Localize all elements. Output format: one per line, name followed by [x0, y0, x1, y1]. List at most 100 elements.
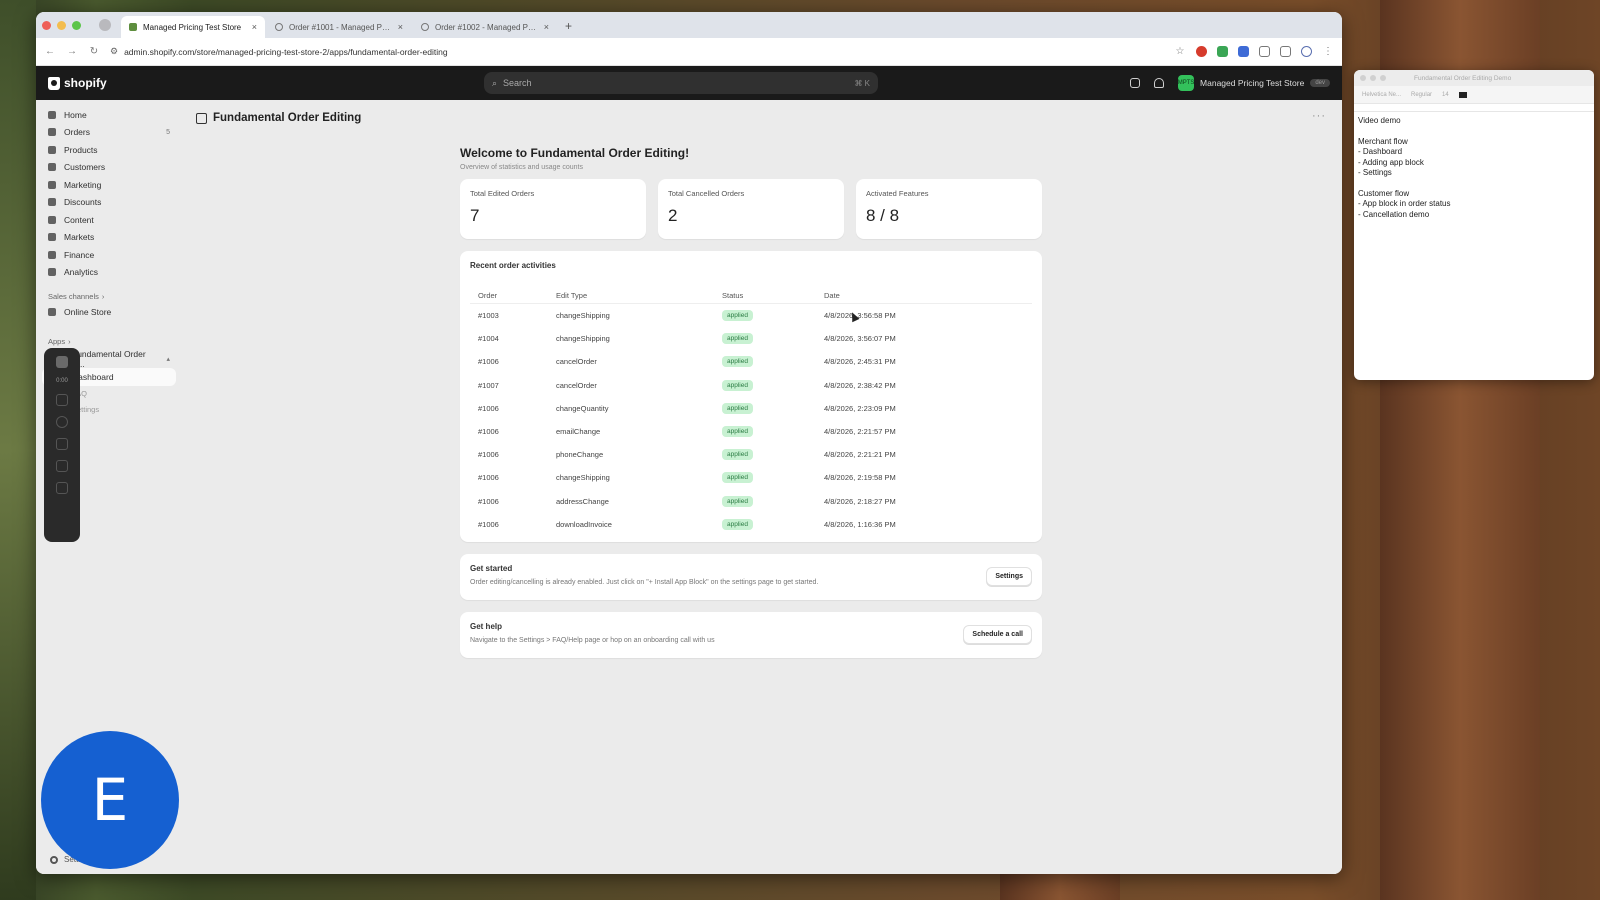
forward-arrow-icon[interactable]: →: [66, 46, 78, 57]
sidebar-item-label: Analytics: [64, 267, 99, 278]
shopify-logo[interactable]: shopify: [48, 76, 484, 90]
finance-icon: [48, 250, 56, 259]
desktop-background: [0, 0, 36, 900]
recent-activities-card: Recent order activities Order Edit Type …: [460, 251, 1042, 542]
sidebar-item-discounts[interactable]: Discounts: [42, 194, 176, 212]
back-arrow-icon[interactable]: ←: [44, 46, 56, 57]
drag-handle-icon[interactable]: [56, 482, 68, 494]
restart-icon[interactable]: [56, 416, 68, 428]
search-icon: ⌕: [492, 77, 498, 88]
sidebar-item-customers[interactable]: Customers: [42, 159, 176, 177]
extension-red-icon[interactable]: [1196, 46, 1207, 57]
stats-row: Total Edited Orders 7 Total Cancelled Or…: [460, 179, 1042, 239]
profile-icon[interactable]: [1301, 46, 1312, 57]
text-color-swatch[interactable]: [1458, 91, 1467, 98]
side-panel-icon[interactable]: [1280, 46, 1291, 57]
settings-button[interactable]: Settings: [986, 566, 1032, 586]
card-title: Get started: [470, 563, 513, 573]
discounts-icon: [48, 198, 56, 207]
minimize-window-button[interactable]: [57, 20, 66, 30]
address-bar[interactable]: ⚙ admin.shopify.com/store/managed-pricin…: [110, 46, 1164, 57]
reload-icon[interactable]: ↻: [88, 46, 100, 57]
sidebar-item-label: Products: [64, 144, 98, 155]
app-name: Fundamental Order E...: [72, 349, 146, 369]
sidebar-item-analytics[interactable]: Analytics: [42, 264, 176, 282]
tab-search-icon[interactable]: [99, 19, 111, 31]
new-tab-button[interactable]: +: [565, 19, 572, 33]
dashboard: Welcome to Fundamental Order Editing! Ov…: [460, 146, 1042, 658]
browser-menu-icon[interactable]: ⋮: [1322, 46, 1334, 57]
sidekick-icon[interactable]: [1130, 78, 1141, 88]
schedule-call-button[interactable]: Schedule a call: [963, 624, 1032, 644]
sidebar-item-products[interactable]: Products: [42, 141, 176, 159]
sidebar-item-markets[interactable]: Markets: [42, 229, 176, 247]
pin-icon[interactable]: ▴: [166, 355, 170, 363]
store-switcher[interactable]: MPTS Managed Pricing Test Store dev: [1178, 75, 1330, 91]
shopify-wordmark: shopify: [64, 76, 107, 90]
get-started-card: Get started Order editing/cancelling is …: [460, 553, 1042, 600]
extension-green-icon[interactable]: [1217, 46, 1228, 57]
bookmark-star-icon[interactable]: ☆: [1174, 46, 1186, 57]
extension-blue-icon[interactable]: [1238, 46, 1249, 57]
style-selector[interactable]: Regular: [1411, 92, 1432, 98]
browser-tab[interactable]: Order #1001 - Managed Pri... ×: [267, 16, 411, 38]
sidebar-item-content[interactable]: Content: [42, 211, 176, 229]
window-controls: [42, 12, 81, 38]
globe-icon: [275, 23, 283, 31]
site-info-icon[interactable]: ⚙: [110, 46, 118, 57]
card-description: Order editing/cancelling is already enab…: [470, 578, 819, 586]
extensions-puzzle-icon[interactable]: [1259, 46, 1270, 57]
notes-text[interactable]: Video demo Merchant flow - Dashboard - Addi…: [1354, 112, 1594, 224]
browser-tab[interactable]: Managed Pricing Test Store ×: [121, 16, 265, 38]
globe-icon: [421, 23, 429, 31]
notification-bell-icon[interactable]: [1154, 78, 1165, 88]
order-cell: #1006: [478, 403, 499, 413]
close-window-button[interactable]: [1360, 75, 1366, 81]
status-cell: applied: [722, 449, 824, 461]
sidebar-item-online-store[interactable]: Online Store: [42, 303, 176, 321]
sidebar-item-home[interactable]: Home: [42, 106, 176, 124]
close-tab-icon[interactable]: ×: [544, 22, 549, 32]
notes-line: - Cancellation demo: [1358, 209, 1430, 219]
search-placeholder: Search: [503, 78, 532, 88]
apps-header[interactable]: Apps ›: [42, 335, 176, 349]
home-icon: [48, 110, 56, 119]
stat-label: Activated Features: [866, 189, 929, 198]
close-window-button[interactable]: [42, 20, 51, 30]
column-header-edit-type: Edit Type: [556, 291, 588, 300]
sidebar-item-orders[interactable]: Orders 5: [42, 124, 176, 142]
search-input[interactable]: ⌕ Search ⌘ K: [484, 72, 878, 94]
address-bar-row: ← → ↻ ⚙ admin.shopify.com/store/managed-…: [36, 38, 1342, 66]
close-tab-icon[interactable]: ×: [398, 22, 403, 32]
apps-label: Apps: [48, 337, 66, 346]
maximize-window-button[interactable]: [1380, 75, 1386, 81]
more-actions-icon[interactable]: ···: [1312, 110, 1326, 122]
table-row: #1004 changeShipping applied 4/8/2026, 3:56…: [470, 327, 1032, 350]
sales-channels-header[interactable]: Sales channels ›: [42, 289, 176, 303]
minimize-window-button[interactable]: [1370, 75, 1376, 81]
url-text[interactable]: admin.shopify.com/store/managed-pricing-…: [124, 47, 447, 57]
trash-icon[interactable]: [56, 438, 68, 450]
draw-icon[interactable]: [56, 460, 68, 472]
edit-type-cell: changeShipping: [556, 334, 610, 344]
status-cell: applied: [722, 402, 824, 414]
sidebar-item-marketing[interactable]: Marketing: [42, 176, 176, 194]
browser-tab[interactable]: Order #1002 - Managed Pri... ×: [413, 16, 557, 38]
card-title: Get help: [470, 621, 503, 631]
main-content: Fundamental Order Editing ··· Welcome to…: [182, 100, 1342, 874]
font-size-field[interactable]: 14: [1442, 92, 1449, 98]
status-cell: applied: [722, 356, 824, 368]
maximize-window-button[interactable]: [72, 20, 81, 30]
order-cell: #1006: [478, 450, 499, 460]
pause-icon[interactable]: [56, 394, 68, 406]
column-header-status: Status: [722, 291, 744, 300]
close-tab-icon[interactable]: ×: [252, 22, 257, 32]
chevron-right-icon: ›: [101, 291, 105, 301]
date-cell: 4/8/2026, 1:16:36 PM: [824, 519, 896, 529]
sidebar-item-label: Customers: [64, 162, 106, 173]
font-selector[interactable]: Helvetica Ne...: [1362, 92, 1401, 98]
sidebar-item-finance[interactable]: Finance: [42, 246, 176, 264]
record-stop-button[interactable]: [56, 356, 68, 368]
shopify-favicon-icon: [129, 23, 137, 31]
